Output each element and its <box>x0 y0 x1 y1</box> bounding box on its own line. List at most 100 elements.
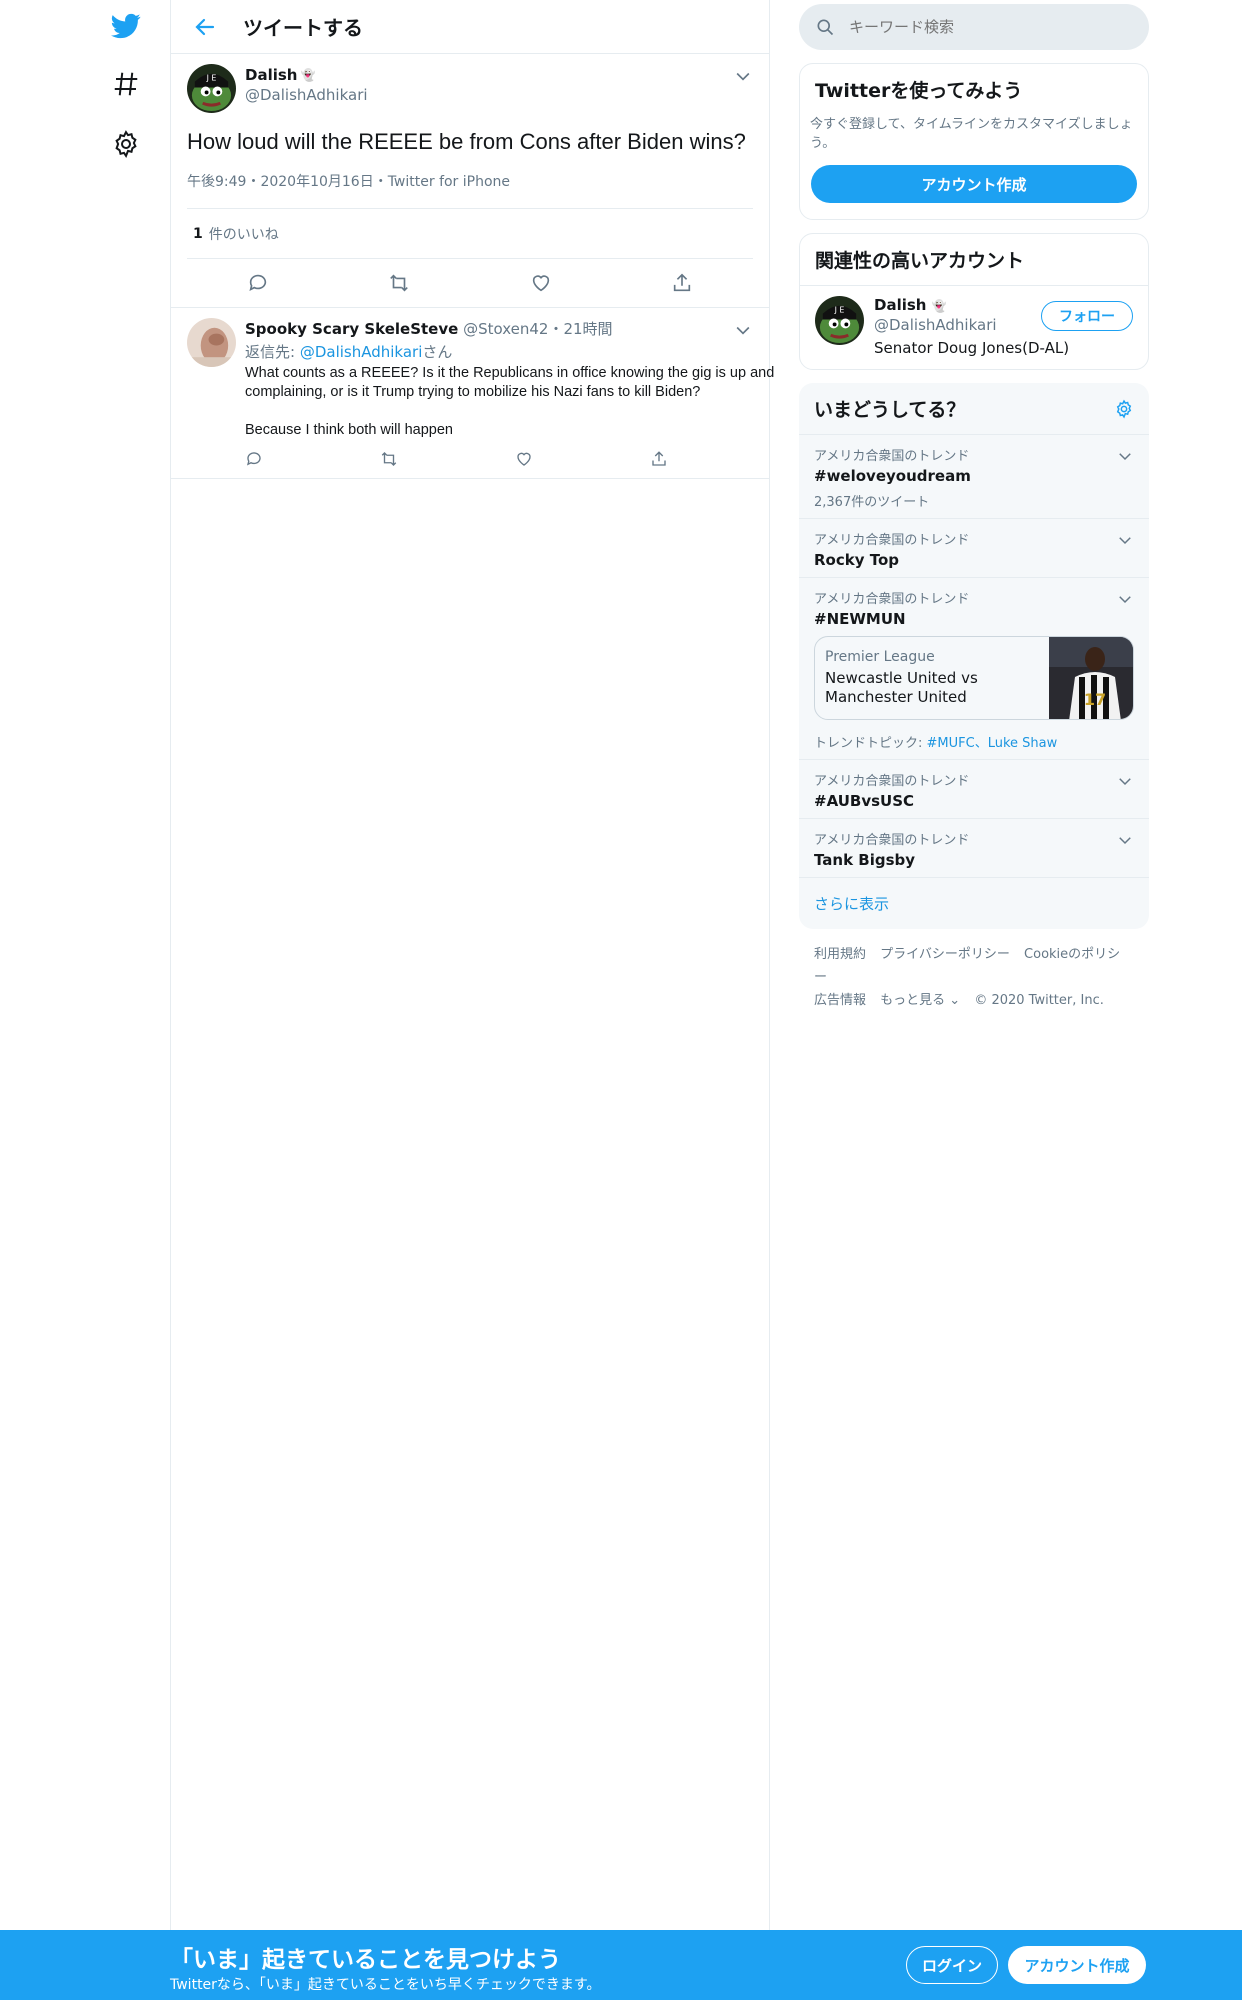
reply-icon[interactable] <box>245 270 271 296</box>
likes-label: 件のいいね <box>208 226 279 243</box>
main-column: ツイートする J E Dalish 👻 @DalishAdhikari How l… <box>170 0 774 1930</box>
search-bar[interactable] <box>799 4 1149 50</box>
tweet-text: How loud will the REEEE be from Cons aft… <box>187 129 746 154</box>
chevron-down-icon[interactable] <box>733 320 753 340</box>
reply-avatar[interactable] <box>187 318 236 367</box>
signup-card-desc: 今すぐ登録して、タイムラインをカスタマイズしましょう。 <box>810 117 1133 151</box>
retweet-icon[interactable] <box>386 270 412 296</box>
settings-gear-icon[interactable] <box>108 126 144 162</box>
trend-context: アメリカ合衆国のトレンド <box>814 592 970 607</box>
explore-hashtag-icon[interactable] <box>108 66 144 102</box>
chevron-down-icon[interactable] <box>1116 831 1134 849</box>
tweet-header: J E Dalish 👻 @DalishAdhikari <box>187 54 753 113</box>
replying-suffix: さん <box>422 343 453 361</box>
main-tweet: J E Dalish 👻 @DalishAdhikari How loud wil… <box>171 54 769 307</box>
copyright: © 2020 Twitter, Inc. <box>974 993 1104 1008</box>
tweet-actions <box>187 259 753 307</box>
create-account-button[interactable]: アカウント作成 <box>811 165 1137 203</box>
terms-link[interactable]: 利用規約 <box>814 947 866 962</box>
related-title: 関連性の高いアカウント <box>815 250 1025 272</box>
related-account-row[interactable]: J E Dalish 👻 @DalishAdhikari Senator Dou… <box>800 285 1148 369</box>
trend-item[interactable]: アメリカ合衆国のトレンド Rocky Top <box>799 519 1149 578</box>
reply-meta[interactable]: @Stoxen42・21時間 <box>463 320 612 338</box>
avatar[interactable]: J E <box>815 296 864 345</box>
trend-name: #AUBvsUSC <box>814 792 915 810</box>
twitter-logo-icon[interactable] <box>108 8 144 44</box>
author-handle[interactable]: @DalishAdhikari <box>245 86 368 104</box>
share-icon[interactable] <box>669 270 695 296</box>
trend-name: Rocky Top <box>814 551 900 569</box>
reply-tweet[interactable]: Spooky Scary SkeleSteve @Stoxen42・21時間 返… <box>171 307 774 479</box>
event-card[interactable]: Premier League Newcastle United vs Manch… <box>814 636 1134 720</box>
related-name[interactable]: Dalish <box>874 296 926 314</box>
chevron-down-icon[interactable] <box>1116 531 1134 549</box>
trend-item[interactable]: アメリカ合衆国のトレンド #AUBvsUSC <box>799 760 1149 819</box>
trend-item[interactable]: アメリカ合衆国のトレンド Tank Bigsby <box>799 819 1149 878</box>
event-photo: 17 <box>1049 637 1133 719</box>
tweet-meta[interactable]: 午後9:49・2020年10月16日・Twitter for iPhone <box>187 171 753 209</box>
reply-actions <box>245 450 785 470</box>
topics-links[interactable]: #MUFC、Luke Shaw <box>927 736 1058 751</box>
trend-item[interactable]: アメリカ合衆国のトレンド #NEWMUN Premier League Newc… <box>799 578 1149 760</box>
trends-header: いまどうしてる？ <box>799 383 1149 435</box>
ghost-badge-icon: 👻 <box>300 68 316 82</box>
banner-title: 「いま」起きていることを見つけよう <box>170 1947 561 1973</box>
login-button[interactable]: ログイン <box>906 1946 998 1984</box>
chevron-down-icon[interactable] <box>1116 590 1134 608</box>
trend-context: アメリカ合衆国のトレンド <box>814 833 970 848</box>
trend-name: #NEWMUN <box>814 610 906 628</box>
page-title: ツイートする <box>243 16 363 40</box>
footer-links: 利用規約 プライバシーポリシー Cookieのポリシー 広告情報 もっと見る ⌄… <box>799 929 1149 1026</box>
more-link[interactable]: もっと見る ⌄ <box>880 993 960 1008</box>
privacy-link[interactable]: プライバシーポリシー <box>880 947 1010 962</box>
related-accounts-card: 関連性の高いアカウント J E Dalish 👻 @DalishAdhikari… <box>799 233 1149 370</box>
likes-count: 1 <box>193 225 203 242</box>
related-bio: Senator Doug Jones(D-AL) <box>874 339 1070 357</box>
show-more-link[interactable]: さらに表示 <box>799 878 1149 929</box>
event-match: Newcastle United vs Manchester United <box>825 669 978 706</box>
ghost-badge-icon: 👻 <box>931 299 947 313</box>
back-arrow-icon[interactable] <box>185 7 225 47</box>
signup-banner: 「いま」起きていることを見つけよう Twitterなら、「いま」起きていることを… <box>0 1930 1242 2000</box>
search-input[interactable] <box>849 18 1119 36</box>
signup-button[interactable]: アカウント作成 <box>1008 1946 1146 1984</box>
like-heart-icon[interactable] <box>515 450 535 470</box>
topics-prefix: トレンドトピック: <box>814 736 927 751</box>
trends-title: いまどうしてる？ <box>814 399 966 421</box>
app: ツイートする J E Dalish 👻 @DalishAdhikari How l… <box>0 0 1242 2000</box>
follow-button[interactable]: フォロー <box>1041 301 1133 331</box>
reply-author-name[interactable]: Spooky Scary SkeleSteve <box>245 320 458 338</box>
ads-info-link[interactable]: 広告情報 <box>814 993 866 1008</box>
trend-name: #weloveyoudream <box>814 467 971 485</box>
chevron-down-icon[interactable] <box>733 66 753 86</box>
right-sidebar: Twitterを使ってみよう 今すぐ登録して、タイムラインをカスタマイズしましょ… <box>799 0 1149 1026</box>
svg-text:17: 17 <box>1084 690 1106 709</box>
share-icon[interactable] <box>650 450 670 470</box>
avatar[interactable]: J E <box>187 64 236 113</box>
settings-gear-icon[interactable] <box>1114 399 1134 419</box>
replying-prefix: 返信先: <box>245 343 300 361</box>
signup-card: Twitterを使ってみよう 今すぐ登録して、タイムラインをカスタマイズしましょ… <box>799 63 1149 220</box>
like-heart-icon[interactable] <box>528 270 554 296</box>
reply-icon[interactable] <box>245 450 265 470</box>
trend-name: Tank Bigsby <box>814 851 916 869</box>
related-handle[interactable]: @DalishAdhikari <box>874 316 1069 334</box>
replying-to: 返信先: @DalishAdhikariさん <box>245 341 785 362</box>
likes-summary[interactable]: 1 件のいいね <box>187 209 753 259</box>
page-header: ツイートする <box>171 0 769 54</box>
banner-subtitle: Twitterなら、「いま」起きていることをいち早くチェックできます。 <box>170 1977 601 1993</box>
chevron-down-icon[interactable] <box>1116 772 1134 790</box>
left-nav <box>0 0 170 2000</box>
trend-item[interactable]: アメリカ合衆国のトレンド #weloveyoudream 2,367件のツイート <box>799 435 1149 519</box>
retweet-icon[interactable] <box>380 450 400 470</box>
author-name[interactable]: Dalish <box>245 66 297 84</box>
svg-text:J E: J E <box>206 74 217 83</box>
trends-card: いまどうしてる？ アメリカ合衆国のトレンド #weloveyoudream 2,… <box>799 383 1149 929</box>
trend-context: アメリカ合衆国のトレンド <box>814 774 970 789</box>
replying-to-link[interactable]: @DalishAdhikari <box>300 343 423 361</box>
trend-topics: トレンドトピック: #MUFC、Luke Shaw <box>814 732 1134 751</box>
reply-text: What counts as a REEEE? Is it the Republ… <box>245 365 775 438</box>
trend-context: アメリカ合衆国のトレンド <box>814 449 970 464</box>
trend-context: アメリカ合衆国のトレンド <box>814 533 970 548</box>
chevron-down-icon[interactable] <box>1116 447 1134 465</box>
